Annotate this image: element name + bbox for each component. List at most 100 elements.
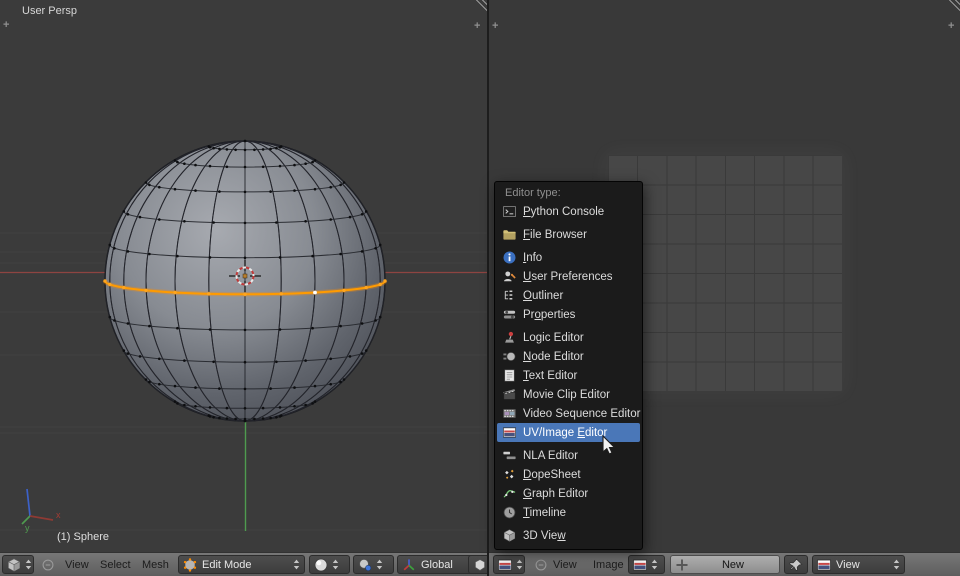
- updown-arrows-icon: [375, 557, 384, 572]
- menu-item-3d-view[interactable]: 3D View: [497, 526, 640, 545]
- updown-arrows-icon: [292, 557, 301, 572]
- movieclip-icon: [502, 387, 517, 402]
- menu-item-video-sequence-editor[interactable]: Video Sequence Editor: [497, 404, 640, 423]
- outliner-icon: [502, 288, 517, 303]
- menu-item-label: Video Sequence Editor: [523, 408, 640, 420]
- menu-item-label: Python Console: [523, 206, 604, 218]
- menu-view[interactable]: View: [65, 559, 89, 571]
- editor-type-button-image-editor[interactable]: [493, 555, 525, 574]
- node-icon: [502, 349, 517, 364]
- menu-item-outliner[interactable]: Outliner: [497, 286, 640, 305]
- folder-icon: [502, 227, 517, 242]
- logic-icon: [502, 330, 517, 345]
- axis-gizmo: y x: [22, 489, 61, 533]
- menu-item-dopesheet[interactable]: DopeSheet: [497, 465, 640, 484]
- menu-item-user-preferences[interactable]: User Preferences: [497, 267, 640, 286]
- expand-toolshelf-button[interactable]: +: [3, 20, 9, 30]
- uv-editor-header: View Image New View: [489, 552, 960, 576]
- area-divider[interactable]: [487, 0, 489, 576]
- updown-arrows-icon: [650, 557, 659, 572]
- svg-text:x: x: [56, 510, 61, 520]
- axis-tripod-icon: [401, 557, 417, 573]
- area-corner-handle[interactable]: [946, 0, 960, 14]
- menu-item-label: Logic Editor: [523, 332, 584, 344]
- menu-view[interactable]: View: [553, 559, 577, 571]
- 3d-viewport-area[interactable]: y x User Persp (1) Sphere + + View Selec…: [0, 0, 487, 576]
- viewport-canvas[interactable]: y x: [0, 0, 487, 552]
- pin-icon: [788, 557, 804, 573]
- menu-item-label: Outliner: [523, 290, 563, 302]
- image-browse-dropdown[interactable]: [628, 555, 665, 574]
- menu-item-label: UV/Image Editor: [523, 427, 607, 439]
- image-editor-icon: [497, 557, 513, 573]
- mode-dropdown-label: Edit Mode: [202, 559, 286, 571]
- menu-item-text-editor[interactable]: Text Editor: [497, 366, 640, 385]
- console-icon: [502, 204, 517, 219]
- new-image-button-label: New: [694, 559, 772, 571]
- menu-item-graph-editor[interactable]: Graph Editor: [497, 484, 640, 503]
- nla-icon: [502, 448, 517, 463]
- editor-type-menu: Editor type: Python Console File Browser I…: [494, 181, 643, 550]
- expand-region-right-button[interactable]: +: [492, 21, 498, 31]
- viewport-shading-dropdown[interactable]: [309, 555, 350, 574]
- menu-item-properties[interactable]: Properties: [497, 305, 640, 324]
- updown-arrows-icon: [24, 557, 33, 572]
- menu-item-label: Node Editor: [523, 351, 584, 363]
- properties-icon: [502, 307, 517, 322]
- manipulator-cube-icon: [472, 557, 487, 573]
- expand-properties-button[interactable]: +: [948, 21, 954, 31]
- updown-arrows-icon: [515, 557, 524, 572]
- updown-arrows-icon: [892, 557, 901, 572]
- viewport-view-label: User Persp: [22, 5, 77, 17]
- menu-item-logic-editor[interactable]: Logic Editor: [497, 328, 640, 347]
- image-icon: [816, 557, 832, 573]
- menu-item-label: Movie Clip Editor: [523, 389, 610, 401]
- new-image-button[interactable]: New: [670, 555, 780, 574]
- menu-item-movie-clip-editor[interactable]: Movie Clip Editor: [497, 385, 640, 404]
- menu-image[interactable]: Image: [593, 559, 624, 571]
- pivot-point-dropdown[interactable]: [353, 555, 394, 574]
- dopesheet-icon: [502, 467, 517, 482]
- menu-item-label: Info: [523, 252, 542, 264]
- shading-ball-icon: [313, 557, 329, 573]
- menu-item-label: User Preferences: [523, 271, 613, 283]
- menu-item-python-console[interactable]: Python Console: [497, 202, 640, 221]
- menu-mesh[interactable]: Mesh: [142, 559, 169, 571]
- menu-item-label: Timeline: [523, 507, 566, 519]
- editmode-icon: [182, 557, 198, 573]
- menu-item-label: DopeSheet: [523, 469, 581, 481]
- image-view-dropdown-label: View: [836, 559, 886, 571]
- sequence-icon: [502, 406, 517, 421]
- menu-item-label: Properties: [523, 309, 575, 321]
- menu-item-label: File Browser: [523, 229, 587, 241]
- plus-icon: [674, 557, 690, 573]
- image-view-dropdown[interactable]: View: [812, 555, 905, 574]
- collapse-menus-icon[interactable]: [534, 558, 548, 572]
- menu-item-node-editor[interactable]: Node Editor: [497, 347, 640, 366]
- menu-select[interactable]: Select: [100, 559, 131, 571]
- pivot-icon: [357, 557, 373, 573]
- menu-title: Editor type:: [497, 185, 640, 202]
- active-object-label: (1) Sphere: [57, 531, 109, 543]
- image-icon: [502, 425, 517, 440]
- expand-region-left-button[interactable]: +: [474, 21, 480, 31]
- menu-item-timeline[interactable]: Timeline: [497, 503, 640, 522]
- menu-item-file-browser[interactable]: File Browser: [497, 225, 640, 244]
- info-icon: [502, 250, 517, 265]
- 3d-view-header: View Select Mesh Edit Mode Global: [0, 552, 487, 576]
- image-icon: [632, 557, 648, 573]
- updown-arrows-icon: [331, 557, 340, 572]
- text-icon: [502, 368, 517, 383]
- menu-item-info[interactable]: Info: [497, 248, 640, 267]
- menu-item-label: NLA Editor: [523, 450, 578, 462]
- menu-item-label: Text Editor: [523, 370, 577, 382]
- svg-text:y: y: [25, 523, 30, 533]
- mouse-cursor: [601, 435, 619, 457]
- editor-type-button-3d-view[interactable]: [2, 555, 34, 574]
- manipulator-button[interactable]: [468, 555, 487, 574]
- menu-item-label: 3D View: [523, 530, 566, 542]
- mode-dropdown[interactable]: Edit Mode: [178, 555, 305, 574]
- pin-image-button[interactable]: [784, 555, 808, 574]
- view3d-icon: [6, 557, 22, 573]
- collapse-menus-icon[interactable]: [41, 558, 55, 572]
